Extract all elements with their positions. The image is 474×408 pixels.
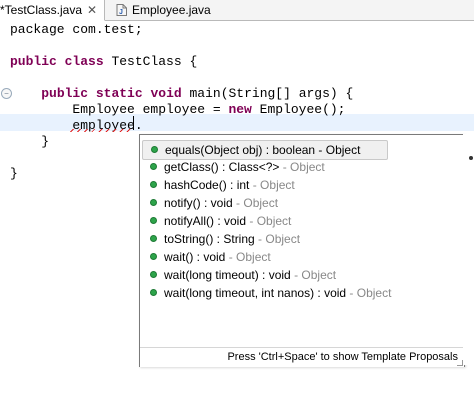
keyword: new: [228, 102, 252, 117]
keyword: class: [64, 54, 104, 69]
proposal-owner: - Object: [290, 268, 337, 282]
proposal-signature: wait(long timeout) : void: [164, 268, 291, 282]
close-icon[interactable]: ✕: [87, 0, 97, 20]
public-method-icon: [150, 235, 157, 242]
java-file-icon: J: [116, 4, 127, 16]
keyword: static: [95, 86, 143, 101]
error-squiggle: [70, 129, 132, 132]
tab-testclass-label: *TestClass.java: [0, 3, 83, 17]
proposal-owner: - Object: [315, 143, 361, 157]
javadoc-popup-edge: [463, 134, 474, 365]
tab-employee[interactable]: J Employee.java: [104, 0, 214, 20]
proposal-item[interactable]: wait(long timeout, int nanos) : void - O…: [142, 284, 391, 302]
constructor-call: Employee();: [251, 102, 346, 117]
editor-tab-bar: *TestClass.java ✕ J Employee.java: [0, 0, 474, 21]
proposal-item[interactable]: hashCode() : int - Object: [142, 176, 386, 194]
public-method-icon: [151, 146, 158, 153]
public-method-icon: [150, 163, 157, 170]
keyword: public: [41, 86, 89, 101]
code-line-class: public class TestClass {: [10, 54, 197, 70]
proposal-signature: notify() : void: [164, 196, 233, 210]
method-signature: main(String[] args) {: [181, 86, 354, 101]
closing-brace: }: [41, 134, 50, 149]
code-line-main: public static void main(String[] args) {: [10, 86, 353, 102]
proposal-signature: equals(Object obj) : boolean: [165, 143, 316, 157]
proposal-signature: wait(long timeout, int nanos) : void: [164, 286, 347, 300]
proposal-item[interactable]: getClass() : Class<?> - Object: [142, 158, 386, 176]
public-method-icon: [150, 289, 157, 296]
svg-text:J: J: [119, 9, 123, 16]
proposal-signature: hashCode() : int: [164, 178, 250, 192]
text-caret: [133, 116, 134, 130]
package-declaration: package com.test;: [10, 22, 143, 37]
public-method-icon: [150, 217, 157, 224]
template-proposals-hint: Press 'Ctrl+Space' to show Template Prop…: [227, 351, 458, 363]
proposal-signature: notifyAll() : void: [164, 214, 247, 228]
keyword: void: [150, 86, 182, 101]
proposal-signature: toString() : String: [164, 232, 255, 246]
proposal-owner: - Object: [232, 196, 279, 210]
proposal-item[interactable]: equals(Object obj) : boolean - Object: [142, 140, 388, 160]
public-method-icon: [150, 253, 157, 260]
class-name: TestClass {: [103, 54, 198, 69]
bullet-icon: [469, 156, 473, 160]
variable-declaration: Employee employee =: [72, 102, 229, 117]
proposal-signature: getClass() : Class<?>: [164, 160, 280, 174]
proposal-owner: - Object: [254, 232, 301, 246]
proposal-owner: - Object: [279, 160, 325, 174]
closing-brace: }: [10, 166, 18, 181]
code-line-declaration: Employee employee = new Employee();: [10, 102, 345, 118]
proposal-item[interactable]: notifyAll() : void - Object: [142, 212, 386, 230]
proposal-owner: - Object: [346, 286, 392, 300]
code-line-close-method: }: [10, 134, 49, 150]
proposal-item[interactable]: wait(long timeout) : void - Object: [142, 266, 386, 284]
tab-employee-label: Employee.java: [132, 3, 211, 17]
proposal-item[interactable]: wait() : void - Object: [142, 248, 386, 266]
public-method-icon: [150, 271, 157, 278]
proposal-item[interactable]: toString() : String - Object: [142, 230, 386, 248]
proposal-signature: wait() : void: [164, 250, 226, 264]
keyword: public: [10, 54, 57, 69]
content-assist-popup: equals(Object obj) : boolean - Object ge…: [139, 134, 465, 367]
code-line-close-class: }: [10, 166, 18, 182]
proposal-owner: - Object: [249, 178, 295, 192]
tab-testclass[interactable]: *TestClass.java ✕: [0, 0, 105, 21]
proposal-owner: - Object: [246, 214, 292, 228]
proposal-owner: - Object: [225, 250, 271, 264]
public-method-icon: [150, 199, 157, 206]
assist-status-bar: Press 'Ctrl+Space' to show Template Prop…: [140, 347, 464, 367]
editor-gutter: [0, 21, 10, 408]
proposal-item[interactable]: notify() : void - Object: [142, 194, 386, 212]
public-method-icon: [150, 181, 157, 188]
code-line-package: package com.test;: [10, 22, 143, 38]
